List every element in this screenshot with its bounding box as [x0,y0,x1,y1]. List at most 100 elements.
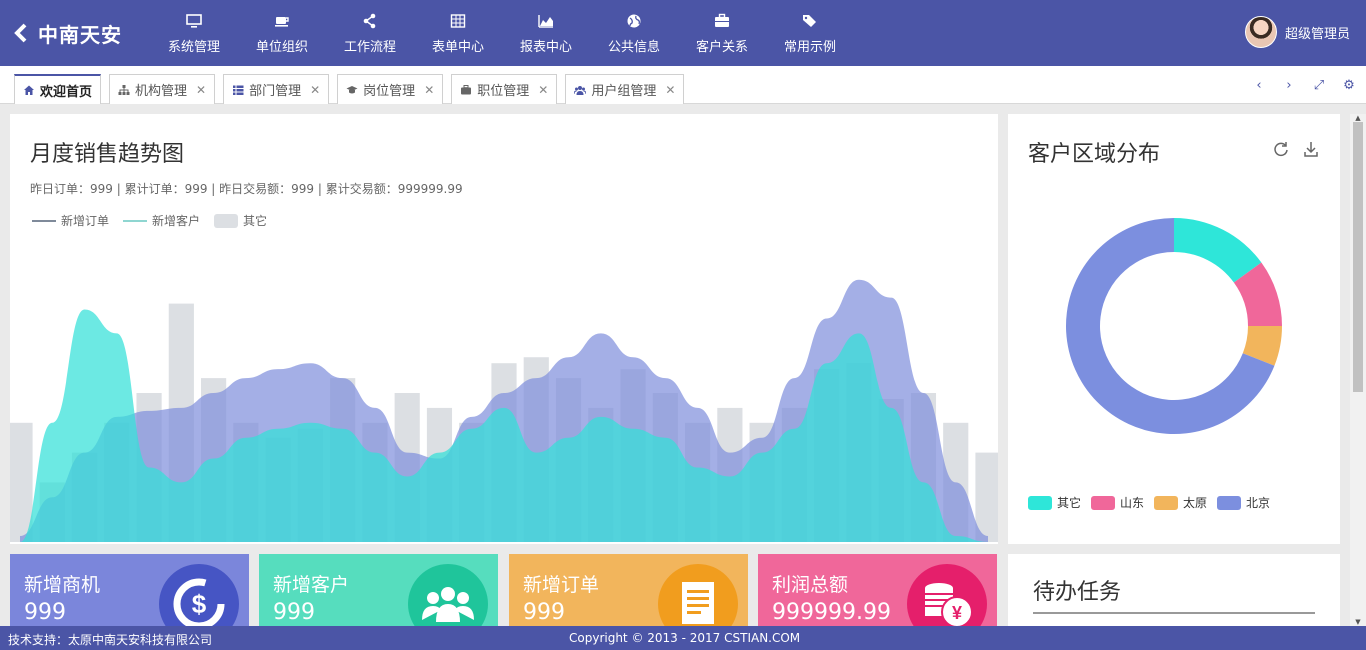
legend-item-customers[interactable]: 新增客户 [123,212,200,229]
sales-trend-chart [10,279,998,542]
nav-item-system[interactable]: 系统管理 [150,0,238,66]
scroll-down-icon[interactable]: ▼ [1350,618,1366,626]
chart-bar [265,437,291,542]
tab-home[interactable]: 欢迎首页 [14,74,102,104]
stat-value: 999999.99 [772,600,891,625]
chart-bar [717,407,743,542]
legend-item-shandong[interactable]: 山东 [1091,494,1144,511]
close-icon[interactable]: ✕ [424,83,434,97]
area-chart-icon [538,15,553,28]
chart-bar [814,369,840,542]
briefcase-icon [461,84,472,94]
chart-bar [104,422,130,542]
stat-card-orders[interactable]: 新增订单 999 [509,554,748,630]
close-icon[interactable]: ✕ [665,83,675,97]
legend-swatch [123,219,148,222]
close-icon[interactable]: ✕ [196,83,206,97]
tab-label: 职位管理 [477,84,530,99]
users-icon [574,85,587,95]
chart-bar [652,393,678,542]
tab-dept[interactable]: 部门管理 ✕ [223,74,330,104]
nav-item-customer-relations[interactable]: 客户关系 [678,0,766,66]
tags-icon [803,15,816,27]
nav-item-forms[interactable]: 表单中心 [414,0,502,66]
scroll-up-icon[interactable]: ▲ [1350,114,1366,122]
chart-bar [233,422,259,542]
download-icon[interactable] [1302,140,1320,158]
panel-title: 待办任务 [1033,580,1122,605]
stat-card-customers[interactable]: 新增客户 999 [259,554,498,630]
tab-post[interactable]: 岗位管理 ✕ [337,74,444,104]
footer-copyright: Copyright © 2013 - 2017 CSTIAN.COM [569,631,801,645]
legend-item-orders[interactable]: 新增订单 [32,212,109,229]
legend-item-other[interactable]: 其它 [214,212,267,229]
tab-label: 岗位管理 [363,84,416,99]
refresh-icon[interactable] [1272,140,1290,158]
nav-item-reports[interactable]: 报表中心 [502,0,590,66]
stat-card-profit[interactable]: 利润总额 999999.99 ¥ [758,554,997,630]
legend-label: 其它 [243,214,268,228]
nav-item-public-info[interactable]: 公共信息 [590,0,678,66]
sales-trend-panel: 月度销售趋势图 昨日订单：999 | 累计订单：999 | 昨日交易额：999 … [10,114,998,544]
legend-label: 新增客户 [152,214,201,228]
nav-item-examples[interactable]: 常用示例 [766,0,854,66]
series-area-customers [20,309,988,542]
stat-value: 999 [523,600,565,625]
scroll-thumb[interactable] [1353,122,1363,392]
tab-org[interactable]: 机构管理 ✕ [109,74,216,104]
nav-item-workflow[interactable]: 工作流程 [326,0,414,66]
nav-item-organization[interactable]: 单位组织 [238,0,326,66]
stat-value: 999 [273,600,315,625]
nav-item-label: 公共信息 [607,40,660,55]
list-icon [233,85,244,95]
table-icon [450,14,466,28]
sales-summary: 昨日订单：999 | 累计订单：999 | 昨日交易额：999 | 累计交易额：… [30,182,463,196]
graduation-cap-icon [346,85,358,93]
fullscreen-icon[interactable]: ⤢ [1312,78,1326,93]
chart-bar [426,407,453,542]
legend-label: 太原 [1183,496,1208,510]
chart-bar [491,363,517,542]
brand[interactable]: 中南天安 [12,20,122,47]
sitemap-icon [118,84,130,95]
stat-card-opportunities[interactable]: 新增商机 999 $ [10,554,249,630]
legend-item-taiyuan[interactable]: 太原 [1154,494,1207,511]
avatar[interactable] [1244,16,1277,48]
share-icon [363,13,376,29]
coffee-cup-icon [275,17,289,27]
chart-bar [846,363,872,542]
legend-item-other[interactable]: 其它 [1028,494,1081,511]
settings-gear-icon[interactable]: ⚙ [1342,78,1356,93]
legend-swatch [1091,495,1116,510]
stat-label: 新增订单 [523,574,600,596]
close-icon[interactable]: ✕ [310,83,320,97]
legend-label: 山东 [1120,496,1145,510]
chart-bar [555,378,582,542]
vertical-scrollbar[interactable]: ▲ ▼ [1350,114,1366,626]
legend-label: 其它 [1057,496,1082,510]
tab-label: 部门管理 [249,84,302,99]
chevron-left-icon[interactable] [12,22,30,44]
document-icon [658,564,738,630]
tab-position[interactable]: 职位管理 ✕ [451,74,558,104]
legend-label: 北京 [1246,496,1271,510]
stat-value: 999 [24,600,66,625]
legend-item-beijing[interactable]: 北京 [1217,494,1270,511]
tab-controls: ‹ › ⤢ ⚙ [1252,78,1356,93]
region-donut-chart [1066,218,1282,434]
tab-usergroup[interactable]: 用户组管理 ✕ [565,74,685,104]
coins-yen-icon: ¥ [907,564,987,630]
tab-next-icon[interactable]: › [1282,78,1296,93]
people-group-icon [408,564,488,630]
user-menu[interactable]: 超级管理员 [1244,16,1350,48]
close-icon[interactable]: ✕ [538,83,548,97]
chart-bar [394,393,420,542]
chart-bar [10,422,33,542]
tab-prev-icon[interactable]: ‹ [1252,78,1266,93]
chart-bar [136,393,162,542]
user-name[interactable]: 超级管理员 [1285,23,1350,42]
chart-bar [749,422,775,542]
nav-item-label: 单位组织 [255,40,308,55]
panel-title: 月度销售趋势图 [30,142,185,167]
footer-support: 技术支持：太原中南天安科技有限公司 [8,633,213,647]
